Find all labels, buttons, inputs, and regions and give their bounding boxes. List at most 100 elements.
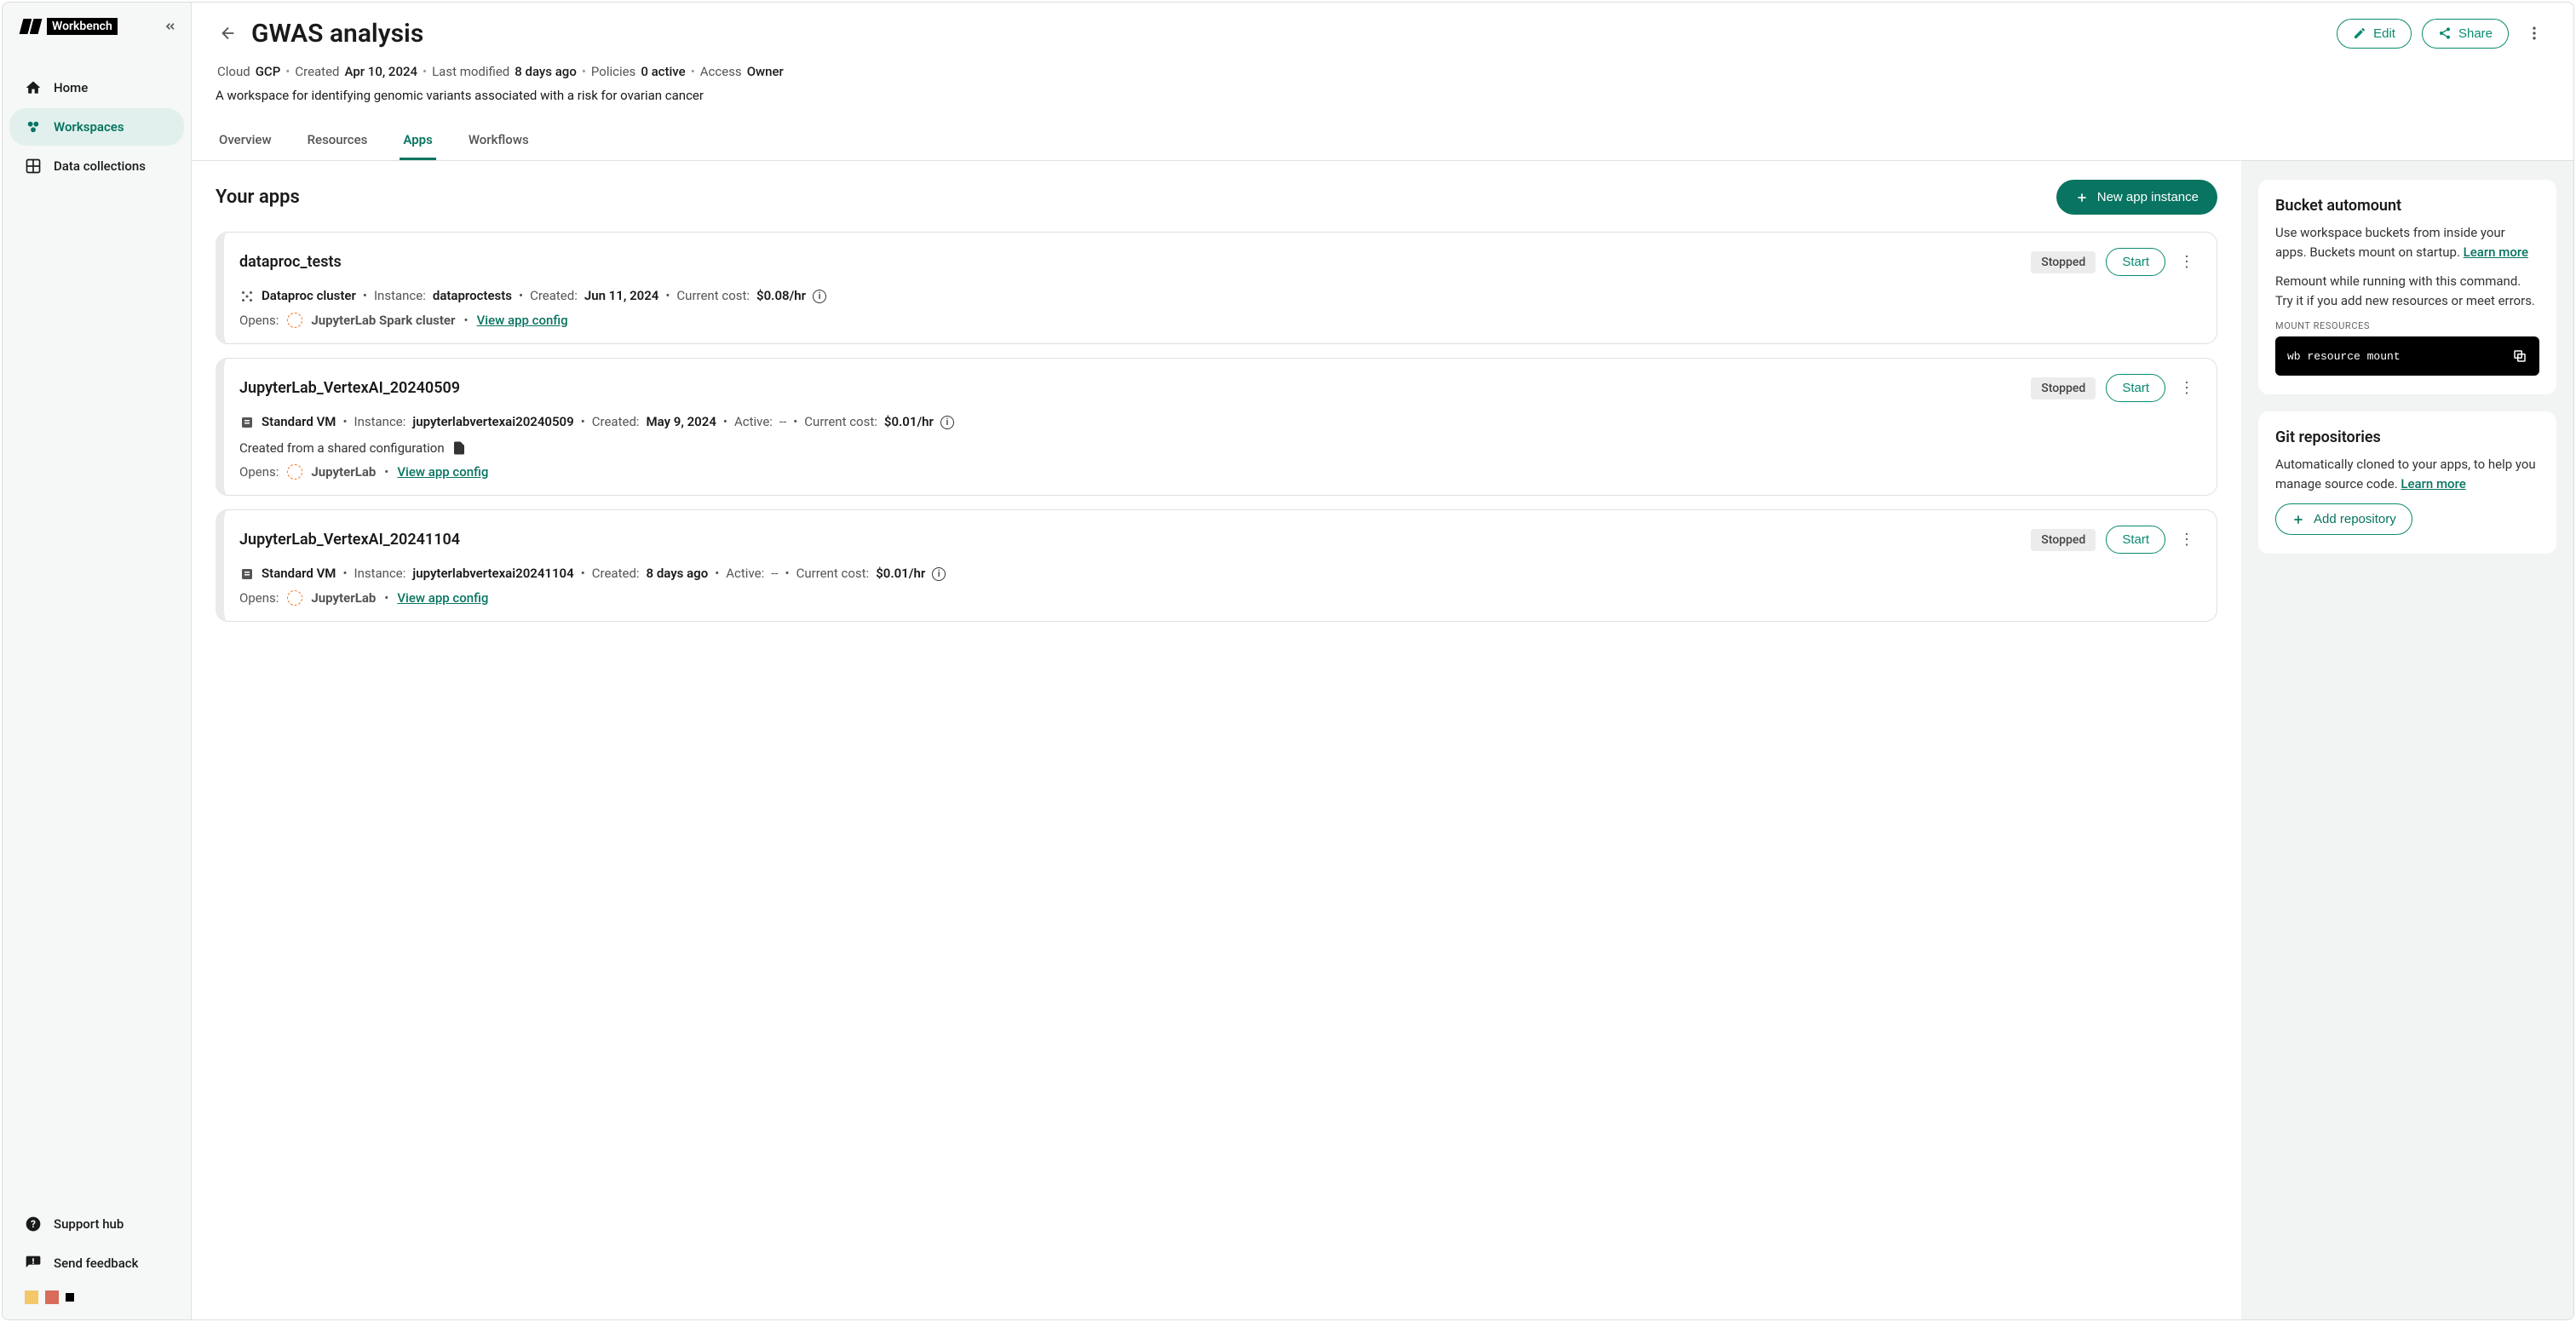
sidebar-item-workspaces[interactable]: Workspaces bbox=[9, 108, 184, 146]
panel-title: Git repositories bbox=[2275, 428, 2539, 446]
app-menu-button[interactable]: ⋮ bbox=[2176, 531, 2198, 549]
app-note: Created from a shared configuration bbox=[239, 440, 2198, 456]
app-cost: $0.08/hr bbox=[756, 285, 806, 308]
app-menu-button[interactable]: ⋮ bbox=[2176, 253, 2198, 271]
workspaces-icon bbox=[25, 118, 42, 135]
sidebar-item-label: Workspaces bbox=[54, 119, 124, 135]
share-button[interactable]: Share bbox=[2422, 19, 2509, 49]
right-column: Bucket automount Use workspace buckets f… bbox=[2241, 161, 2573, 1319]
page-description: A workspace for identifying genomic vari… bbox=[216, 88, 2550, 103]
app-created: May 9, 2024 bbox=[647, 411, 716, 434]
tab-overview[interactable]: Overview bbox=[216, 122, 275, 160]
tab-resources[interactable]: Resources bbox=[304, 122, 371, 160]
home-icon bbox=[25, 79, 42, 96]
file-icon bbox=[451, 440, 467, 456]
start-button[interactable]: Start bbox=[2106, 526, 2165, 554]
app-type: Standard VM bbox=[262, 562, 336, 585]
share-icon bbox=[2438, 26, 2452, 40]
sidebar-item-support[interactable]: ? Support hub bbox=[9, 1205, 184, 1243]
status-badge: Stopped bbox=[2031, 251, 2096, 273]
app-type: Standard VM bbox=[262, 411, 336, 434]
sidebar-item-home[interactable]: Home bbox=[9, 69, 184, 106]
feedback-icon bbox=[25, 1255, 42, 1272]
jupyter-icon bbox=[287, 313, 302, 328]
app-cost: $0.01/hr bbox=[884, 411, 934, 434]
start-button[interactable]: Start bbox=[2106, 248, 2165, 276]
brand-name: Workbench bbox=[47, 18, 118, 35]
brand: Workbench bbox=[3, 3, 191, 43]
apps-column: Your apps New app instance dataproc_test… bbox=[192, 161, 2241, 1319]
code-text: wb resource mount bbox=[2287, 350, 2512, 363]
learn-more-link[interactable]: Learn more bbox=[2464, 244, 2528, 260]
status-badge: Stopped bbox=[2031, 529, 2096, 551]
git-repos-panel: Git repositories Automatically cloned to… bbox=[2258, 411, 2556, 554]
tabs: Overview Resources Apps Workflows bbox=[216, 122, 2550, 160]
plus-icon bbox=[2075, 191, 2089, 204]
header: GWAS analysis Edit Share Cloud GCP • Cre… bbox=[192, 3, 2573, 161]
app-cost: $0.01/hr bbox=[876, 562, 925, 585]
sidebar-item-label: Support hub bbox=[54, 1216, 124, 1232]
code-block: wb resource mount bbox=[2275, 336, 2539, 376]
jupyter-icon bbox=[287, 590, 302, 606]
sidebar-item-feedback[interactable]: Send feedback bbox=[9, 1244, 184, 1282]
view-app-config-link[interactable]: View app config bbox=[397, 590, 488, 606]
page-title: GWAS analysis bbox=[251, 19, 2326, 49]
start-button[interactable]: Start bbox=[2106, 374, 2165, 402]
app-instance: dataproctests bbox=[433, 285, 512, 308]
app-menu-button[interactable]: ⋮ bbox=[2176, 379, 2198, 397]
avatar-icon bbox=[66, 1293, 74, 1302]
jupyter-icon bbox=[287, 464, 302, 480]
add-repository-button[interactable]: Add repository bbox=[2275, 503, 2412, 535]
page-menu-button[interactable] bbox=[2519, 18, 2550, 49]
app-instance: jupyterlabvertexai20240509 bbox=[412, 411, 573, 434]
tab-workflows[interactable]: Workflows bbox=[465, 122, 532, 160]
view-app-config-link[interactable]: View app config bbox=[477, 313, 568, 328]
info-icon[interactable]: i bbox=[940, 416, 954, 429]
sidebar-item-data-collections[interactable]: Data collections bbox=[9, 147, 184, 185]
app-active: -- bbox=[771, 562, 778, 585]
copy-icon bbox=[2512, 348, 2527, 364]
app-card: dataproc_tests Stopped Start ⋮ Dataproc … bbox=[216, 232, 2217, 344]
app-created: 8 days ago bbox=[647, 562, 709, 585]
sidebar: Workbench Home Workspaces Data collectio… bbox=[3, 3, 192, 1319]
app-type: Dataproc cluster bbox=[262, 285, 356, 308]
app-name: JupyterLab_VertexAI_20240509 bbox=[239, 379, 2021, 397]
info-icon[interactable]: i bbox=[932, 567, 946, 581]
collapse-sidebar-icon[interactable] bbox=[164, 20, 177, 33]
app-opens: JupyterLab Spark cluster bbox=[311, 313, 455, 328]
plus-icon bbox=[2291, 513, 2305, 526]
app-card: JupyterLab_VertexAI_20240509 Stopped Sta… bbox=[216, 358, 2217, 496]
avatar-icon bbox=[25, 1290, 38, 1304]
info-icon[interactable]: i bbox=[813, 290, 826, 303]
learn-more-link[interactable]: Learn more bbox=[2401, 476, 2465, 491]
tab-apps[interactable]: Apps bbox=[400, 122, 435, 160]
user-row[interactable] bbox=[9, 1284, 184, 1311]
automount-panel: Bucket automount Use workspace buckets f… bbox=[2258, 180, 2556, 394]
back-button[interactable] bbox=[216, 20, 241, 46]
view-app-config-link[interactable]: View app config bbox=[397, 464, 488, 480]
app-created: Jun 11, 2024 bbox=[584, 285, 659, 308]
app-card: JupyterLab_VertexAI_20241104 Stopped Sta… bbox=[216, 509, 2217, 622]
svg-text:?: ? bbox=[31, 1218, 36, 1230]
avatar-icon bbox=[45, 1290, 59, 1304]
data-collections-icon bbox=[25, 158, 42, 175]
new-app-instance-button[interactable]: New app instance bbox=[2056, 180, 2217, 215]
status-badge: Stopped bbox=[2031, 377, 2096, 399]
app-opens: JupyterLab bbox=[311, 464, 376, 480]
app-opens: JupyterLab bbox=[311, 590, 376, 606]
nav-bottom: ? Support hub Send feedback bbox=[3, 1205, 191, 1319]
edit-icon bbox=[2353, 26, 2366, 40]
app-active: -- bbox=[779, 411, 786, 434]
code-label: MOUNT RESOURCES bbox=[2275, 320, 2539, 331]
edit-button[interactable]: Edit bbox=[2337, 19, 2412, 49]
app-name: JupyterLab_VertexAI_20241104 bbox=[239, 531, 2021, 549]
app-instance: jupyterlabvertexai20241104 bbox=[412, 562, 573, 585]
vm-icon bbox=[239, 566, 255, 582]
sidebar-item-label: Data collections bbox=[54, 158, 146, 174]
vm-icon bbox=[239, 415, 255, 430]
more-vert-icon bbox=[2526, 25, 2543, 42]
copy-button[interactable] bbox=[2512, 348, 2527, 364]
dataproc-icon bbox=[239, 289, 255, 304]
section-title: Your apps bbox=[216, 187, 2056, 208]
nav: Home Workspaces Data collections bbox=[3, 69, 191, 185]
